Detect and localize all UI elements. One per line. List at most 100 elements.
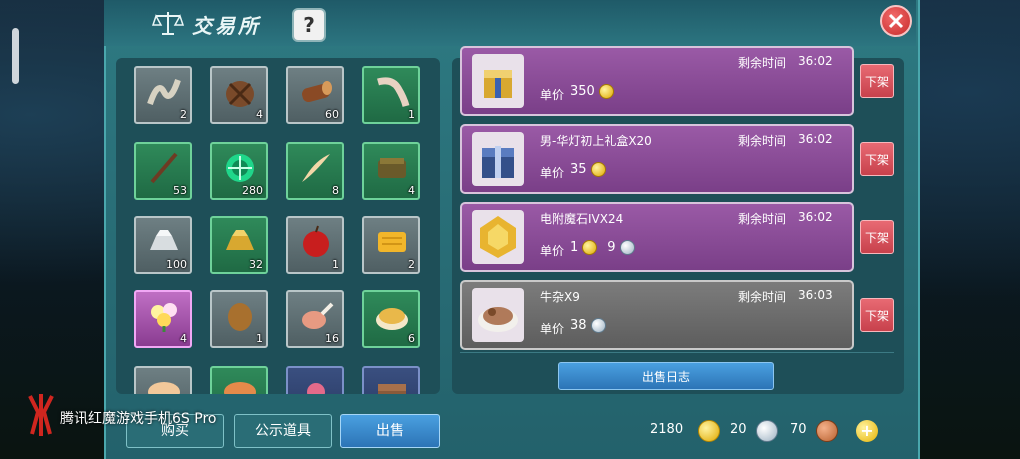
food-icon <box>472 288 524 342</box>
sale-listing[interactable]: 电附魔石IVX24 剩余时间 36:02 单价 19 <box>460 202 854 272</box>
silver-ingot-icon <box>150 230 178 250</box>
item-count: 100 <box>166 258 187 271</box>
inventory-slot[interactable]: 8 <box>286 142 344 200</box>
time-remaining-label: 剩余时间 <box>738 134 787 148</box>
item-count: 1 <box>408 108 415 121</box>
chest-icon <box>378 384 406 394</box>
gold-coin-icon <box>590 162 606 177</box>
inventory-slot[interactable]: 6 <box>362 290 420 348</box>
inventory-slot[interactable]: 32 <box>210 216 268 274</box>
time-remaining-label: 剩余时间 <box>738 56 787 70</box>
gold-amount: 35 <box>570 162 587 177</box>
gold-amount: 1 <box>570 240 579 255</box>
time-remaining: 36:02 <box>798 132 833 146</box>
listing-name: 男-华灯初上礼盒X20 <box>540 134 652 148</box>
dish-icon <box>148 382 180 394</box>
sale-listing[interactable]: 男-华灯初上礼盒X20 剩余时间 36:02 单价 35 <box>460 124 854 194</box>
bronze-coin-icon <box>816 420 838 442</box>
close-button[interactable] <box>880 5 912 37</box>
side-handle[interactable] <box>12 28 19 84</box>
unit-price: 350 <box>570 84 614 99</box>
inventory-slot[interactable] <box>210 366 268 394</box>
inventory-slot[interactable]: 4 <box>210 66 268 124</box>
time-remaining: 36:03 <box>798 288 833 302</box>
silver-coin-icon <box>756 420 778 442</box>
gift-box-icon <box>472 54 524 108</box>
scales-icon <box>152 12 184 35</box>
gold-coin-icon <box>598 84 614 99</box>
inventory-slot[interactable]: 100 <box>134 216 192 274</box>
inventory-slot[interactable] <box>362 366 420 394</box>
gold-coin-icon <box>582 240 598 255</box>
sale-listing[interactable]: 剩余时间 36:02 单价 350 <box>460 46 854 116</box>
gold-amount: 350 <box>570 84 595 99</box>
inventory-slot[interactable] <box>134 366 192 394</box>
sale-listing[interactable]: 牛杂X9 剩余时间 36:03 单价 38 <box>460 280 854 350</box>
inventory-slot[interactable]: 4 <box>362 142 420 200</box>
flower-icon <box>307 383 325 394</box>
inventory-slot[interactable]: 53 <box>134 142 192 200</box>
item-count: 2 <box>180 108 187 121</box>
fried-rice-icon <box>376 308 408 330</box>
unlist-button[interactable]: 下架 <box>860 298 894 332</box>
apple-icon <box>303 225 329 257</box>
item-count: 6 <box>408 332 415 345</box>
item-count: 280 <box>242 184 263 197</box>
gold-ingot-icon <box>226 230 254 250</box>
flower-bouquet-icon <box>151 303 177 332</box>
close-icon <box>888 13 904 29</box>
item-count: 16 <box>325 332 339 345</box>
unlist-button[interactable]: 下架 <box>860 64 894 98</box>
inventory-slot[interactable]: 280 <box>210 142 268 200</box>
worm-icon <box>377 77 410 107</box>
leather-icon <box>378 158 406 178</box>
tab-public-items[interactable]: 公示道具 <box>234 414 332 448</box>
gold-balance: 2180 <box>650 422 684 437</box>
time-remaining-label: 剩余时间 <box>738 290 787 304</box>
item-count: 1 <box>332 258 339 271</box>
add-currency-button[interactable]: + <box>856 420 878 442</box>
inventory-slot[interactable]: 2 <box>134 66 192 124</box>
silver-balance: 20 <box>730 422 747 437</box>
bronze-balance: 70 <box>790 422 807 437</box>
meat-leg-icon <box>302 302 334 329</box>
unlist-button[interactable]: 下架 <box>860 142 894 176</box>
unit-price: 19 <box>570 240 635 255</box>
sale-log-button[interactable]: 出售日志 <box>558 362 774 390</box>
inventory-slot[interactable] <box>286 366 344 394</box>
time-remaining-label: 剩余时间 <box>738 212 787 226</box>
time-remaining: 36:02 <box>798 210 833 224</box>
tab-sell[interactable]: 出售 <box>340 414 440 448</box>
unit-price: 38 <box>570 318 606 333</box>
item-count: 4 <box>256 108 263 121</box>
unit-price-label: 单价 <box>540 88 565 102</box>
honeycomb-icon <box>378 232 406 252</box>
unlist-button[interactable]: 下架 <box>860 220 894 254</box>
inventory-slot[interactable]: 2 <box>362 216 420 274</box>
inventory-slot[interactable]: 1 <box>362 66 420 124</box>
item-count: 53 <box>173 184 187 197</box>
inventory-slot[interactable]: 4 <box>134 290 192 348</box>
dish-icon <box>224 382 256 394</box>
gem-icon <box>472 210 524 264</box>
silver-amount: 9 <box>607 240 616 255</box>
item-count: 4 <box>180 332 187 345</box>
time-remaining: 36:02 <box>798 54 833 68</box>
potato-icon <box>228 303 252 331</box>
item-count: 2 <box>408 258 415 271</box>
silver-amount: 38 <box>570 318 587 333</box>
inventory-panel: 2 4 60 1 53 280 8 4 100 32 1 2 4 1 16 6 <box>116 58 440 394</box>
item-count: 32 <box>249 258 263 271</box>
listing-name: 电附魔石IVX24 <box>540 212 624 226</box>
inventory-slot[interactable]: 16 <box>286 290 344 348</box>
silver-coin-icon <box>619 240 635 255</box>
item-count: 60 <box>325 108 339 121</box>
inventory-slot[interactable]: 1 <box>286 216 344 274</box>
silver-coin-icon <box>590 318 606 333</box>
inventory-slot[interactable]: 1 <box>210 290 268 348</box>
inventory-slot[interactable]: 60 <box>286 66 344 124</box>
help-button[interactable]: ? <box>294 10 324 40</box>
listing-name: 牛杂X9 <box>540 290 580 304</box>
unit-price-label: 单价 <box>540 322 565 336</box>
rope-icon <box>147 79 181 105</box>
